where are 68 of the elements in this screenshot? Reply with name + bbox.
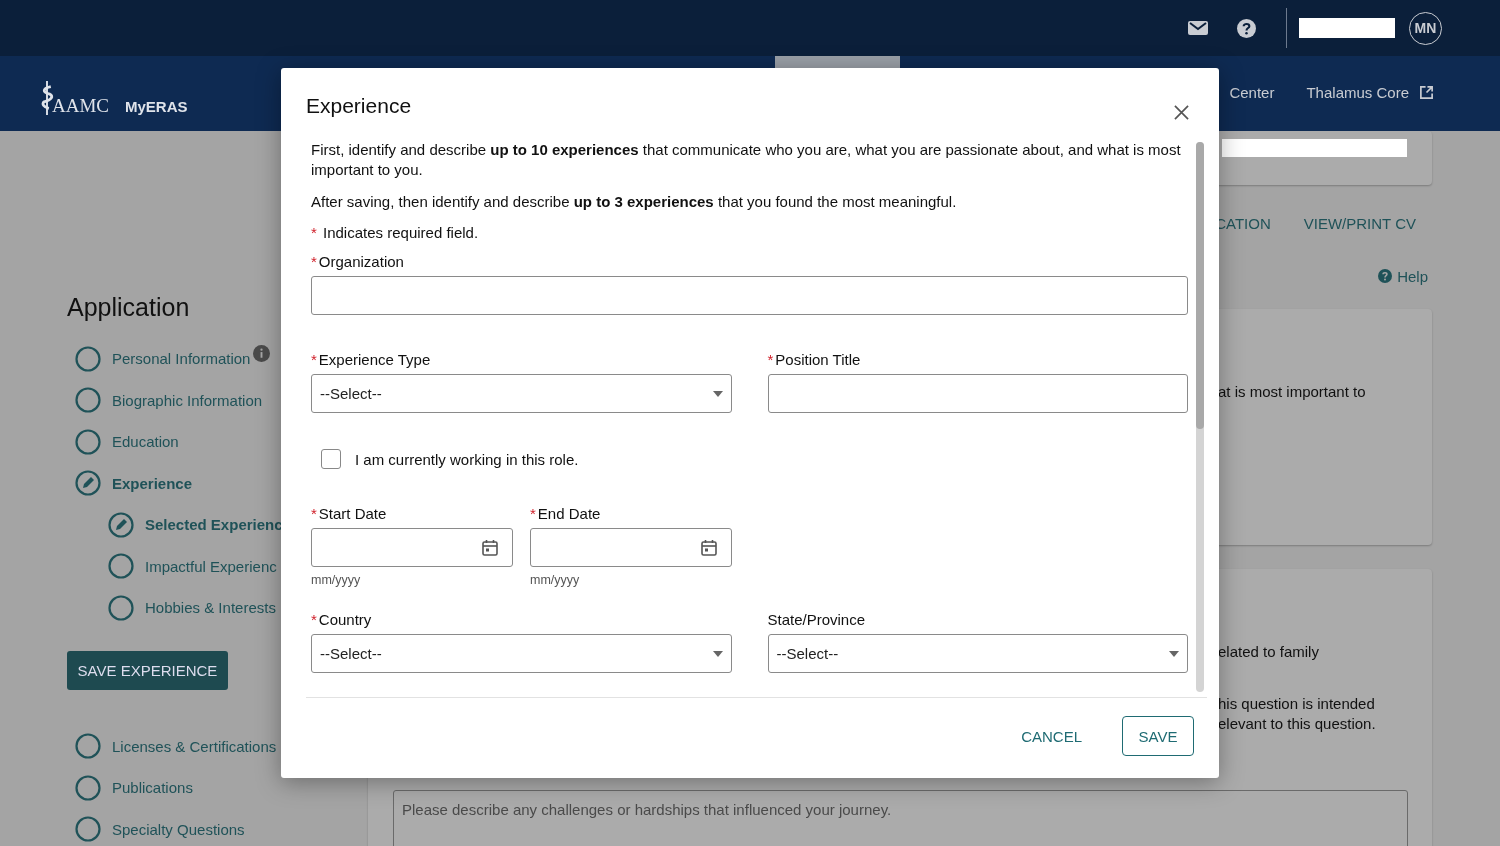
required-asterisk: * — [311, 351, 317, 368]
card-text: elated to family — [1218, 642, 1319, 662]
required-asterisk: * — [311, 224, 317, 241]
field-label: Position Title — [775, 351, 861, 368]
sidebar-subitem[interactable]: Selected Experienc — [145, 516, 283, 534]
help-icon — [1378, 269, 1393, 283]
nav-link[interactable]: Thalamus Core — [1306, 83, 1434, 101]
sidebar-item[interactable]: Specialty Questions — [112, 820, 245, 838]
field-label: State/Province — [767, 611, 866, 628]
help-link[interactable]: Help — [1378, 267, 1428, 285]
sidebar-item[interactable]: Personal Information — [112, 350, 251, 368]
dropdown-caret-icon — [712, 390, 723, 397]
card-text: his question is intended — [1218, 694, 1375, 714]
dropdown-caret-icon — [712, 650, 723, 657]
select-field[interactable]: --Select-- — [767, 634, 1188, 673]
required-asterisk: * — [530, 505, 536, 522]
intro-text: First, identify and describe up to 10 experiences that communicate who you are, what you are passionate about, and what is most important to you. — [311, 140, 1182, 180]
calendar-icon[interactable] — [482, 539, 498, 556]
sidebar-subitem[interactable]: Impactful Experienc — [145, 557, 277, 575]
text-field[interactable] — [311, 276, 1188, 315]
mail-icon[interactable] — [1187, 21, 1208, 35]
sidebar-item[interactable]: Experience — [112, 474, 193, 492]
required-note: Indicates required field. — [323, 224, 479, 241]
tab[interactable]: VIEW/PRINT CV — [1303, 215, 1416, 233]
date-format-hint: mm/yyyy — [311, 573, 362, 587]
field-label: Experience Type — [318, 351, 431, 368]
sidebar-title: Application — [67, 292, 191, 322]
field-label: Organization — [318, 253, 404, 270]
sidebar-subitem[interactable]: Hobbies & Interests — [145, 599, 276, 617]
field-label: Country — [318, 611, 372, 628]
help-icon[interactable] — [1236, 18, 1256, 38]
text-field[interactable] — [767, 374, 1188, 413]
calendar-icon[interactable] — [701, 539, 717, 556]
intro-text: After saving, then identify and describe up to 3 experiences that you found the most meaningful. — [311, 192, 958, 212]
staff-logo-icon — [40, 78, 54, 117]
card-text: at is most important to — [1218, 382, 1366, 402]
cancel-button[interactable]: CANCEL — [1015, 716, 1088, 756]
checkbox[interactable] — [321, 449, 341, 469]
input-field[interactable] — [1222, 139, 1407, 157]
date-format-hint: mm/yyyy — [530, 573, 581, 587]
checkbox-label: I am currently working in this role. — [355, 450, 579, 468]
required-asterisk: * — [767, 351, 774, 368]
sidebar-item[interactable]: Publications — [112, 779, 193, 797]
sidebar-item[interactable]: Biographic Information — [112, 391, 263, 409]
select-field[interactable]: --Select-- — [311, 634, 732, 673]
close-icon[interactable] — [1174, 104, 1189, 120]
scrollbar[interactable] — [1196, 142, 1204, 692]
field-label: End Date — [537, 505, 601, 522]
text-area[interactable]: Please describe any challenges or hardships that influenced your journey. — [393, 790, 1408, 846]
sidebar-item[interactable]: Education — [112, 433, 179, 451]
info-icon[interactable] — [253, 345, 271, 363]
logo-text: AAMC — [52, 94, 109, 117]
select-field[interactable]: --Select-- — [311, 374, 732, 413]
required-asterisk: * — [311, 253, 317, 270]
required-asterisk: * — [311, 611, 317, 628]
nav-link[interactable]: Center — [1229, 83, 1275, 101]
save-experience-button[interactable]: SAVE EXPERIENCE — [67, 650, 228, 690]
app-name[interactable]: MyERAS — [125, 97, 188, 115]
sidebar-item[interactable]: Licenses & Certifications — [112, 737, 277, 755]
dialog-title: Experience — [306, 94, 412, 118]
external-link-icon — [1419, 84, 1434, 100]
date-field[interactable] — [311, 528, 513, 567]
required-asterisk: * — [311, 505, 317, 522]
date-field[interactable] — [530, 528, 732, 567]
save-button[interactable]: SAVE — [1122, 716, 1194, 756]
card-text: elevant to this question. — [1218, 714, 1376, 734]
field-label: Start Date — [318, 505, 387, 522]
dropdown-caret-icon — [1169, 650, 1179, 657]
